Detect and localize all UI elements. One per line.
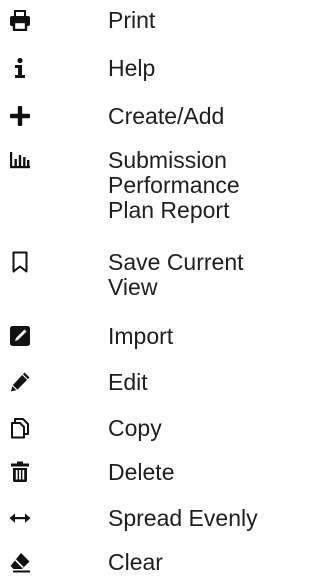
legend-label: Help [108, 55, 156, 81]
legend-label: Delete [108, 459, 175, 485]
legend-label: Copy [108, 415, 162, 441]
eraser-icon [9, 551, 31, 573]
pencil-icon [9, 371, 31, 393]
print-icon [9, 9, 31, 31]
legend-label: Spread Evenly [108, 505, 258, 531]
bookmark-icon [9, 251, 31, 273]
copy-icon [9, 417, 31, 439]
legend-label: Import [108, 323, 174, 349]
legend-label: Edit [108, 369, 148, 395]
bar-chart-icon [9, 149, 31, 171]
legend-label: Clear [108, 549, 163, 575]
legend-label: Create/Add [108, 103, 225, 129]
plus-icon [9, 105, 31, 127]
legend-label: Save Current View [108, 249, 244, 300]
horizontal-arrows-icon [9, 507, 31, 529]
trash-icon [9, 461, 31, 483]
legend-label: Submission Performance Plan Report [108, 147, 240, 223]
info-icon [9, 57, 31, 79]
icon-legend: Print Help Create/Add Submission Perform… [0, 0, 284, 580]
edit-square-icon [9, 325, 31, 347]
legend-label: Print [108, 7, 156, 33]
